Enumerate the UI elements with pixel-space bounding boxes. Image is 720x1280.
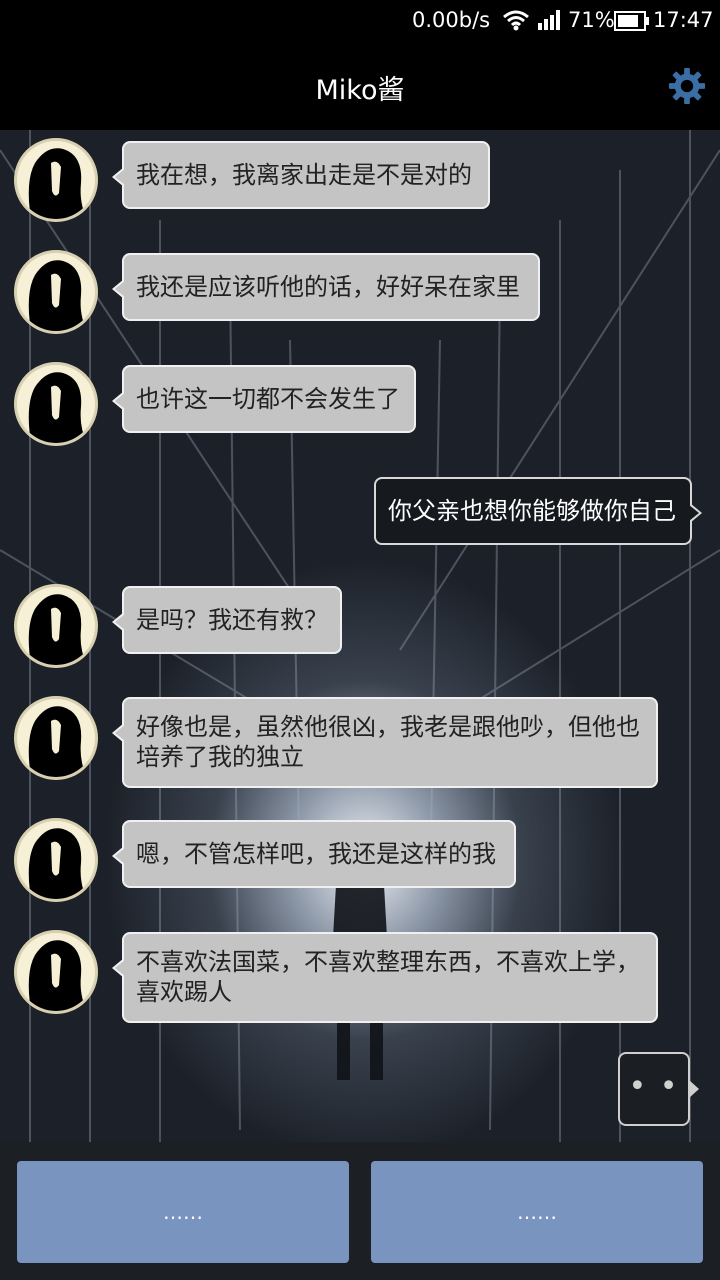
message-bubble: 我还是应该听他的话，好好呆在家里 bbox=[112, 253, 540, 321]
reply-bubble: 你父亲也想你能够做你自己 bbox=[374, 477, 702, 545]
message-bubble: 是吗？我还有救？ bbox=[112, 586, 342, 654]
girl-silhouette-icon bbox=[28, 594, 87, 665]
battery-percent: 71% bbox=[568, 8, 615, 32]
avatar bbox=[14, 818, 98, 902]
network-speed: 0.00b/s bbox=[412, 8, 491, 32]
avatar bbox=[14, 138, 98, 222]
clock: 17:47 bbox=[653, 8, 714, 32]
chat-screen: 0.00b/s 71% 17:47 Miko酱 我在想，我离家出走是不是对的 我… bbox=[0, 0, 720, 1280]
reply-choice-button[interactable]: …… bbox=[371, 1161, 703, 1263]
chat-area[interactable]: 我在想，我离家出走是不是对的 我还是应该听他的话，好好呆在家里 也许这一切都不会… bbox=[0, 130, 720, 1142]
wifi-icon bbox=[503, 10, 529, 31]
avatar bbox=[14, 362, 98, 446]
reply-choice-button[interactable]: …… bbox=[17, 1161, 349, 1263]
avatar bbox=[14, 584, 98, 668]
girl-silhouette-icon bbox=[28, 828, 87, 899]
avatar bbox=[14, 930, 98, 1014]
message-bubble: 嗯，不管怎样吧，我还是这样的我 bbox=[112, 820, 516, 888]
app-header: Miko酱 bbox=[0, 42, 720, 130]
avatar bbox=[14, 696, 98, 780]
typing-indicator: • • • bbox=[618, 1052, 699, 1142]
message-bubble: 好像也是，虽然他很凶，我老是跟他吵，但他也培养了我的独立 bbox=[112, 697, 658, 788]
gear-icon[interactable] bbox=[668, 67, 706, 105]
battery-icon bbox=[614, 11, 649, 31]
page-title: Miko酱 bbox=[315, 75, 405, 106]
reply-choices-bar: …… …… bbox=[0, 1142, 720, 1280]
message-bubble: 我在想，我离家出走是不是对的 bbox=[112, 141, 490, 209]
girl-silhouette-icon bbox=[28, 372, 87, 443]
girl-silhouette-icon bbox=[28, 706, 87, 777]
status-bar: 0.00b/s 71% 17:47 bbox=[0, 0, 720, 42]
girl-silhouette-icon bbox=[28, 260, 87, 331]
girl-silhouette-icon bbox=[28, 940, 87, 1011]
girl-silhouette-icon bbox=[28, 148, 87, 219]
message-bubble: 也许这一切都不会发生了 bbox=[112, 365, 416, 433]
message-bubble: 不喜欢法国菜，不喜欢整理东西，不喜欢上学，喜欢踢人 bbox=[112, 932, 658, 1023]
signal-icon bbox=[538, 10, 560, 30]
avatar bbox=[14, 250, 98, 334]
